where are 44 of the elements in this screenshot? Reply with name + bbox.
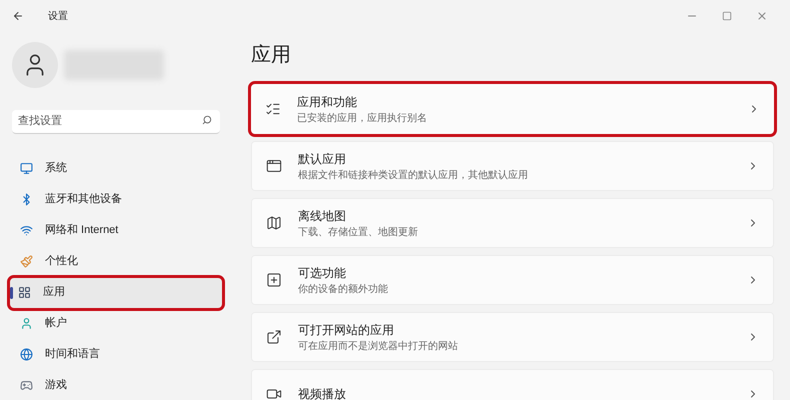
card-subtitle: 已安装的应用，应用执行别名 (297, 112, 428, 126)
settings-card[interactable]: 视频播放 (251, 369, 774, 400)
card-title: 可打开网站的应用 (298, 322, 395, 338)
grid-plus-icon (266, 272, 282, 288)
card-subtitle: 你的设备的额外功能 (298, 282, 389, 296)
person-icon (20, 317, 33, 330)
nav-item[interactable]: 游戏 (12, 370, 220, 400)
card-title: 默认应用 (298, 150, 347, 168)
settings-card[interactable]: 可选功能 你的设备的额外功能 (251, 255, 774, 305)
apps-icon (18, 286, 31, 299)
settings-card[interactable]: 默认应用 根据文件和链接种类设置的默认应用，其他默认应用 (251, 141, 774, 191)
search-field[interactable]: 查找设置 (12, 110, 220, 134)
card-subtitle: 可在应用而不是浏览器中打开的网站 (298, 340, 459, 354)
nav-item[interactable]: 蓝牙和其他设备 (12, 184, 220, 214)
card-title: 离线地图 (298, 208, 347, 224)
window-title: 设置 (48, 10, 68, 24)
card-title: 视频播放 (298, 386, 347, 400)
open-link-icon (266, 329, 282, 345)
list-icon (265, 101, 281, 117)
nav-item[interactable]: 网络和 Internet (12, 216, 220, 246)
close-icon[interactable] (756, 10, 768, 22)
nav-item[interactable]: 时间和语言 (12, 340, 220, 370)
card-subtitle: 根据文件和链接种类设置的默认应用，其他默认应用 (298, 168, 529, 182)
nav-item[interactable]: 个性化 (12, 246, 220, 276)
nav-item[interactable]: 应用 (10, 278, 222, 308)
card-title: 可选功能 (298, 264, 347, 282)
maximize-icon[interactable] (722, 11, 732, 21)
nav-item[interactable]: 帐户 (12, 308, 220, 338)
back-icon[interactable] (12, 10, 24, 22)
map-icon (266, 215, 282, 231)
monitor-icon (20, 162, 33, 175)
page-heading: 应用 (251, 43, 292, 68)
settings-card[interactable]: 可打开网站的应用 可在应用而不是浏览器中打开的网站 (251, 312, 774, 362)
globe-icon (20, 348, 33, 361)
bluetooth-icon (20, 193, 33, 206)
card-title: 应用和功能 (297, 94, 358, 110)
settings-card[interactable]: 应用和功能 已安装的应用，应用执行别名 (251, 84, 774, 134)
card-subtitle: 下载、存储位置、地图更新 (298, 226, 419, 240)
settings-card[interactable]: 离线地图 下载、存储位置、地图更新 (251, 198, 774, 248)
search-icon[interactable] (202, 115, 212, 125)
brush-icon (20, 255, 33, 268)
nav-item[interactable]: 系统 (12, 154, 220, 184)
selection-indicator (10, 286, 13, 298)
gamepad-icon (20, 379, 33, 392)
